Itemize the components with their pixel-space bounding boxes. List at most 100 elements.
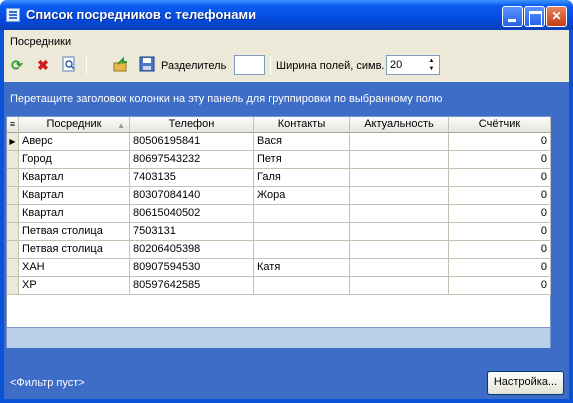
cell-kontakty[interactable]: [254, 241, 350, 259]
table-row[interactable]: Квартал 80307084140 Жора 0: [7, 187, 552, 205]
cell-kontakty[interactable]: Жора: [254, 187, 350, 205]
cell-schetchik[interactable]: 0: [449, 133, 551, 151]
column-header-schetchik[interactable]: Счётчик: [449, 117, 551, 133]
column-header-aktualnost[interactable]: Актуальность: [350, 117, 449, 133]
toolbar-separator: [270, 56, 271, 74]
stepper-up-icon[interactable]: ▲: [425, 57, 438, 65]
cell-telefon[interactable]: 80697543232: [130, 151, 254, 169]
cell-telefon[interactable]: 80615040502: [130, 205, 254, 223]
cell-kontakty[interactable]: [254, 205, 350, 223]
table-row[interactable]: Квартал 80615040502 0: [7, 205, 552, 223]
field-width-value[interactable]: 20: [390, 59, 402, 71]
current-row-indicator-icon[interactable]: ▶: [7, 133, 19, 151]
field-width-label: Ширина полей, симв.: [276, 60, 385, 72]
menu-posredniki[interactable]: Посредники: [10, 36, 71, 48]
row-indicator[interactable]: [7, 205, 19, 223]
refresh-icon[interactable]: ⟳: [8, 56, 26, 74]
filter-status[interactable]: <Фильтр пуст>: [10, 377, 85, 389]
cell-schetchik[interactable]: 0: [449, 259, 551, 277]
cell-aktualnost[interactable]: [350, 223, 449, 241]
cell-kontakty[interactable]: Галя: [254, 169, 350, 187]
cell-telefon[interactable]: 7403135: [130, 169, 254, 187]
settings-button[interactable]: Настройка...: [487, 371, 564, 395]
cell-aktualnost[interactable]: [350, 277, 449, 295]
minimize-button[interactable]: [502, 6, 523, 27]
cell-aktualnost[interactable]: [350, 133, 449, 151]
cell-schetchik[interactable]: 0: [449, 241, 551, 259]
separator-label: Разделитель: [161, 60, 227, 72]
group-by-hint: Перетащите заголовок колонки на эту пане…: [10, 93, 443, 105]
column-header-kontakty[interactable]: Контакты: [254, 117, 350, 133]
data-grid[interactable]: ≡ Посредник ▲ Телефон Контакты Актуальность С…: [6, 116, 551, 348]
toolbar-separator: [86, 56, 87, 74]
row-indicator[interactable]: [7, 187, 19, 205]
cell-posrednik[interactable]: ХР: [19, 277, 130, 295]
cell-telefon[interactable]: 80206405398: [130, 241, 254, 259]
cell-schetchik[interactable]: 0: [449, 169, 551, 187]
close-button[interactable]: ✕: [546, 6, 567, 27]
cell-kontakty[interactable]: Петя: [254, 151, 350, 169]
client-area: Посредники ⟳ ✖ Разделитель Ширина полей,…: [4, 30, 569, 399]
table-row[interactable]: Петвая столица 7503131 0: [7, 223, 552, 241]
preview-icon[interactable]: [60, 56, 78, 74]
main-window: Список посредников с телефонами ✕ Посред…: [0, 0, 573, 403]
row-indicator[interactable]: [7, 277, 19, 295]
delete-icon[interactable]: ✖: [34, 56, 52, 74]
cell-posrednik[interactable]: ХАН: [19, 259, 130, 277]
maximize-button[interactable]: [524, 6, 545, 27]
column-header-posrednik[interactable]: Посредник ▲: [19, 117, 130, 133]
save-icon[interactable]: [138, 56, 156, 74]
table-row[interactable]: Город 80697543232 Петя 0: [7, 151, 552, 169]
row-indicator[interactable]: [7, 259, 19, 277]
row-indicator[interactable]: [7, 151, 19, 169]
window-title: Список посредников с телефонами: [26, 7, 257, 22]
cell-schetchik[interactable]: 0: [449, 187, 551, 205]
toolbar: ⟳ ✖ Разделитель Ширина полей, симв. 20 ▲…: [4, 52, 569, 78]
cell-posrednik[interactable]: Город: [19, 151, 130, 169]
table-row[interactable]: Петвая столица 80206405398 0: [7, 241, 552, 259]
title-bar[interactable]: Список посредников с телефонами ✕: [0, 0, 573, 30]
cell-schetchik[interactable]: 0: [449, 151, 551, 169]
cell-posrednik[interactable]: Петвая столица: [19, 223, 130, 241]
row-indicator[interactable]: [7, 223, 19, 241]
group-by-panel[interactable]: Перетащите заголовок колонки на эту пане…: [4, 82, 569, 116]
row-indicator[interactable]: [7, 241, 19, 259]
table-row[interactable]: ХАН 80907594530 Катя 0: [7, 259, 552, 277]
menu-bar: Посредники: [4, 30, 569, 52]
cell-kontakty[interactable]: [254, 277, 350, 295]
stepper-down-icon[interactable]: ▼: [425, 65, 438, 73]
cell-posrednik[interactable]: Квартал: [19, 169, 130, 187]
cell-schetchik[interactable]: 0: [449, 205, 551, 223]
cell-aktualnost[interactable]: [350, 241, 449, 259]
table-row[interactable]: Квартал 7403135 Галя 0: [7, 169, 552, 187]
column-header-telefon[interactable]: Телефон: [130, 117, 254, 133]
cell-schetchik[interactable]: 0: [449, 223, 551, 241]
filter-bar: <Фильтр пуст> Настройка...: [4, 349, 569, 399]
cell-telefon[interactable]: 80907594530: [130, 259, 254, 277]
cell-telefon[interactable]: 80506195841: [130, 133, 254, 151]
export-icon[interactable]: [112, 56, 130, 74]
table-row[interactable]: ▶ Аверс 80506195841 Вася 0: [7, 133, 552, 151]
table-row[interactable]: ХР 80597642585 0: [7, 277, 552, 295]
cell-schetchik[interactable]: 0: [449, 277, 551, 295]
separator-input[interactable]: [234, 55, 265, 75]
cell-telefon[interactable]: 80597642585: [130, 277, 254, 295]
cell-posrednik[interactable]: Аверс: [19, 133, 130, 151]
cell-kontakty[interactable]: [254, 223, 350, 241]
cell-aktualnost[interactable]: [350, 151, 449, 169]
column-chooser-icon[interactable]: ≡: [7, 117, 19, 133]
field-width-stepper[interactable]: 20 ▲ ▼: [386, 55, 440, 75]
cell-posrednik[interactable]: Петвая столица: [19, 241, 130, 259]
cell-kontakty[interactable]: Вася: [254, 133, 350, 151]
cell-posrednik[interactable]: Квартал: [19, 205, 130, 223]
cell-telefon[interactable]: 80307084140: [130, 187, 254, 205]
row-indicator[interactable]: [7, 169, 19, 187]
grid-header: ≡ Посредник ▲ Телефон Контакты Актуальность С…: [7, 117, 552, 133]
cell-telefon[interactable]: 7503131: [130, 223, 254, 241]
cell-aktualnost[interactable]: [350, 205, 449, 223]
cell-aktualnost[interactable]: [350, 259, 449, 277]
cell-kontakty[interactable]: Катя: [254, 259, 350, 277]
cell-aktualnost[interactable]: [350, 169, 449, 187]
cell-posrednik[interactable]: Квартал: [19, 187, 130, 205]
cell-aktualnost[interactable]: [350, 187, 449, 205]
